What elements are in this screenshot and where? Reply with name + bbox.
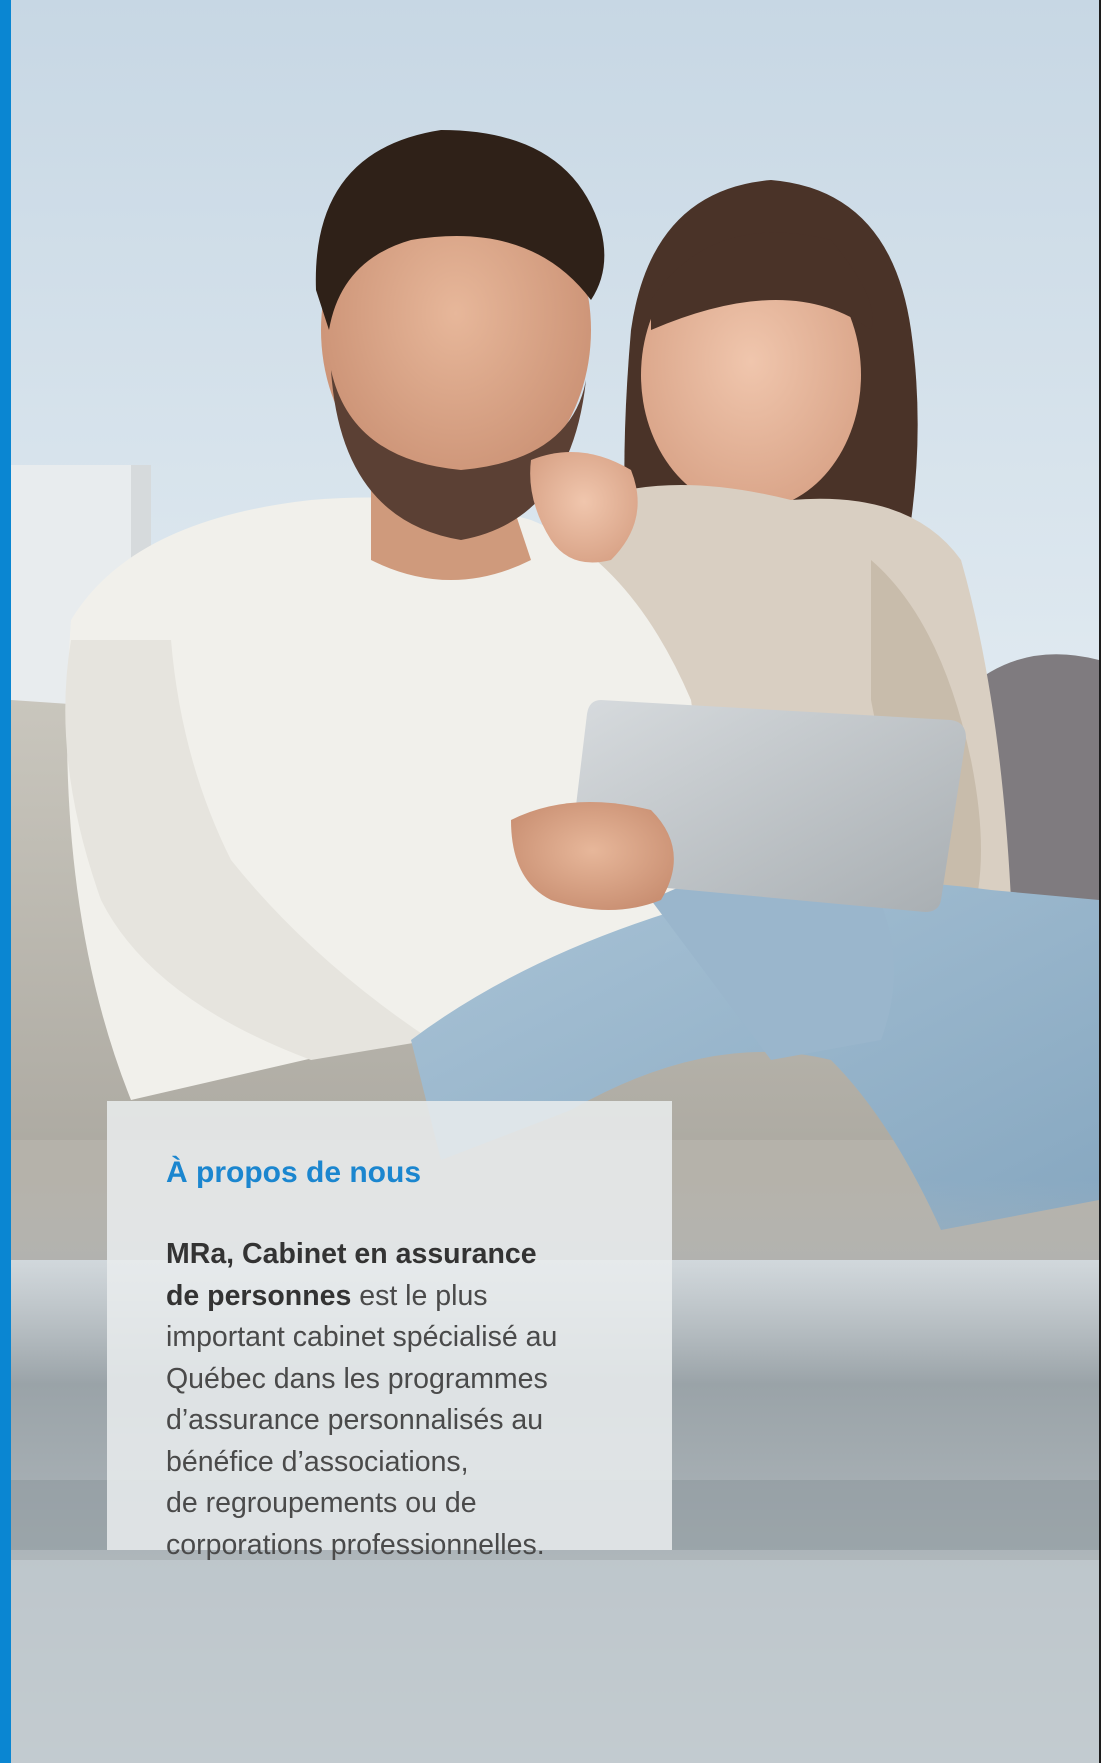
right-margin <box>1101 0 1110 1763</box>
about-line-1: MRa, Cabinet en assurance <box>166 1234 632 1276</box>
brochure-page: À propos de nous MRa, Cabinet en assuran… <box>0 0 1110 1763</box>
company-name-part2: de personnes <box>166 1279 352 1312</box>
about-us-text: MRa, Cabinet en assurance de personnes e… <box>166 1234 632 1566</box>
about-line-2: de personnes est le plus <box>166 1276 632 1318</box>
about-us-box: À propos de nous MRa, Cabinet en assuran… <box>107 1101 672 1561</box>
about-line-2-rest: est le plus <box>351 1279 488 1312</box>
accent-bar <box>0 0 11 1763</box>
about-line-5: d’assurance personnalisés au <box>166 1404 544 1436</box>
about-line-4: Québec dans les programmes <box>166 1362 548 1395</box>
company-name-part1: MRa, Cabinet en assurance <box>166 1238 537 1270</box>
about-line-7: de regroupements ou de <box>166 1487 477 1519</box>
about-line-6: bénéfice d’associations, <box>166 1445 469 1478</box>
about-us-title: À propos de nous <box>166 1156 421 1189</box>
about-line-3: important cabinet spécialisé au <box>166 1321 558 1353</box>
about-line-8: corporations professionnelles. <box>166 1528 545 1561</box>
